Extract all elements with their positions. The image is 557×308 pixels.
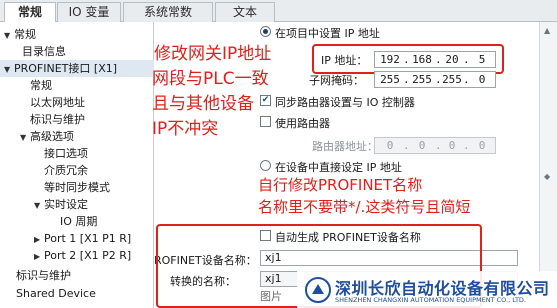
tree-item-label: 等时同步模式 xyxy=(44,181,110,194)
subnet-mask-input[interactable]: 255 . 255 . 255 . 0 xyxy=(374,71,496,88)
tree-item-general-sub[interactable]: 常规 xyxy=(0,77,154,94)
ip-settings-panel: 在项目中设置 IP 地址 IP 地址： 192 . 168 . 20 . 5 子… xyxy=(154,22,539,308)
use-router-label: 使用路由器 xyxy=(275,117,330,130)
tree-item-port-1[interactable]: ▶ Port 1 [X1 P1 R] xyxy=(0,230,154,247)
tree-item-io-cycle[interactable]: IO 周期 xyxy=(0,213,154,230)
expand-arrow-icon[interactable]: ▼ xyxy=(4,27,14,44)
mask-octet-1[interactable]: 255 xyxy=(377,72,403,87)
tree-item-label: 常规 xyxy=(14,28,36,41)
expand-arrow-icon[interactable]: ▼ xyxy=(34,197,44,214)
tab-bar: 常规 IO 变量 系统常数 文本 xyxy=(0,0,557,23)
tree-item-interface-options[interactable]: 接口选项 xyxy=(0,145,154,162)
tab-texts[interactable]: 文本 xyxy=(215,2,275,22)
picture-label: 图片 xyxy=(260,290,282,303)
radio-set-ip-on-device-label: 在设备中直接设定 IP 地址 xyxy=(275,161,402,174)
company-watermark: 深圳长欣自动化设备有限公司 SHENZHEN CHANGXIN AUTOMATI… xyxy=(297,271,557,308)
properties-nav-tree: ▼ 常规 目录信息 ▼ PROFINET接口 [X1] 常规 以太网地址 标识与维护… xyxy=(0,22,154,308)
use-router-checkbox[interactable] xyxy=(260,116,271,127)
tree-item-general[interactable]: ▼ 常规 xyxy=(0,26,154,43)
router-octet-4[interactable]: 0 xyxy=(469,138,495,153)
expand-arrow-icon[interactable]: ▶ xyxy=(34,231,44,248)
annotation-ip-line-1: 修改网关IP地址 xyxy=(154,44,272,64)
expand-arrow-icon[interactable]: ▶ xyxy=(34,248,44,265)
tree-item-port-2[interactable]: ▶ Port 2 [X1 P2 R] xyxy=(0,247,154,264)
ip-highlight-frame xyxy=(312,44,504,74)
radio-set-ip-in-project-label: 在项目中设置 IP 地址 xyxy=(275,27,380,40)
tree-item-label: 接口选项 xyxy=(44,147,88,160)
tree-item-label: 高级选项 xyxy=(30,130,74,143)
router-address-input[interactable]: 0 . 0 . 0 . 0 xyxy=(374,137,496,154)
tree-item-label: 标识与维护 xyxy=(30,113,85,126)
tree-item-shared-device[interactable]: Shared Device xyxy=(0,285,154,302)
tree-item-label: 标识与维护 xyxy=(16,269,71,282)
tree-item-profinet-interface[interactable]: ▼ PROFINET接口 [X1] xyxy=(0,60,154,77)
expand-arrow-icon[interactable]: ▼ xyxy=(4,61,14,78)
company-logo-icon xyxy=(305,277,331,303)
tree-item-label: Shared Device xyxy=(16,287,96,300)
tree-item-media-redundancy[interactable]: 介质冗余 xyxy=(0,162,154,179)
mask-octet-2[interactable]: 255 xyxy=(409,72,435,87)
annotation-ip-line-4: IP不冲突 xyxy=(152,119,219,139)
tree-item-label: IO 周期 xyxy=(60,215,98,228)
sync-router-checkbox[interactable]: ✔ xyxy=(260,95,271,106)
sync-router-label: 同步路由器设置与 IO 控制器 xyxy=(275,96,415,109)
tree-item-advanced-options[interactable]: ▼ 高级选项 xyxy=(0,128,154,145)
tree-item-label: 目录信息 xyxy=(22,45,66,58)
tree-item-label: 介质冗余 xyxy=(44,164,88,177)
expand-arrow-icon[interactable]: ▼ xyxy=(20,129,30,146)
tree-item-label: 常规 xyxy=(30,79,52,92)
annotation-ip-line-3: 且与其他设备 xyxy=(152,94,254,114)
tab-io-variables[interactable]: IO 变量 xyxy=(57,2,121,22)
tree-item-label: Port 1 [X1 P1 R] xyxy=(44,232,132,245)
tree-item-identification[interactable]: 标识与维护 xyxy=(0,111,154,128)
subnet-mask-label: 子网掩码： xyxy=(309,74,364,87)
router-address-label: 路由器地址： xyxy=(312,140,378,153)
tree-item-realtime-settings[interactable]: ▼ 实时设定 xyxy=(0,196,154,213)
annotation-name-line-2: 名称里不要带*/.这类符号且简短 xyxy=(258,198,471,216)
tree-item-label: 以太网地址 xyxy=(30,96,85,109)
tree-item-identification-main[interactable]: 标识与维护 xyxy=(0,267,154,284)
router-octet-1[interactable]: 0 xyxy=(377,138,403,153)
tree-item-ethernet-address[interactable]: 以太网地址 xyxy=(0,94,154,111)
mask-octet-4[interactable]: 0 xyxy=(469,72,495,87)
scroll-up-icon[interactable]: ▲ xyxy=(544,26,550,35)
tree-item-isochronous-mode[interactable]: 等时同步模式 xyxy=(0,179,154,196)
annotation-ip-line-2: 网段与PLC一致 xyxy=(152,69,269,89)
annotation-name-line-1: 自行修改PROFINET名称 xyxy=(258,176,423,194)
company-name-en: SHENZHEN CHANGXIN AUTOMATION EQUIPMENT C… xyxy=(335,296,526,304)
tree-item-label: PROFINET接口 [X1] xyxy=(14,62,118,75)
tree-item-label: 实时设定 xyxy=(44,198,88,211)
radio-set-ip-in-project[interactable] xyxy=(260,26,271,37)
tab-system-constants[interactable]: 系统常数 xyxy=(123,2,213,22)
scroll-thumb-icon[interactable]: ◆ xyxy=(544,172,550,181)
tab-general[interactable]: 常规 xyxy=(4,2,56,23)
router-octet-3[interactable]: 0 xyxy=(439,138,465,153)
mask-octet-3[interactable]: 255 xyxy=(439,72,465,87)
radio-set-ip-on-device[interactable] xyxy=(260,160,271,171)
router-octet-2[interactable]: 0 xyxy=(409,138,435,153)
vertical-scrollbar[interactable]: ▲ ◆ xyxy=(539,22,557,308)
tree-item-catalog-info[interactable]: 目录信息 xyxy=(0,43,154,60)
tree-item-label: Port 2 [X1 P2 R] xyxy=(44,249,132,262)
